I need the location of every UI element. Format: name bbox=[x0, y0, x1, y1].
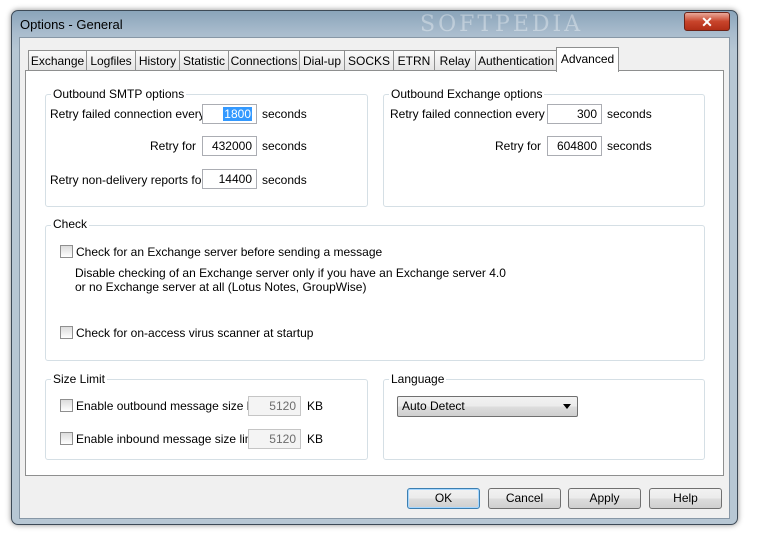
inbound-size-limit-label[interactable]: Enable inbound message size limit: bbox=[76, 432, 264, 446]
check-exchange-note-line1: Disable checking of an Exchange server o… bbox=[75, 266, 506, 280]
ok-button[interactable]: OK bbox=[407, 488, 480, 509]
outbound-size-limit-checkbox[interactable] bbox=[60, 399, 73, 412]
tab-logfiles[interactable]: Logfiles bbox=[86, 50, 136, 71]
inbound-size-limit-unit: KB bbox=[307, 432, 324, 446]
exchange-retry-for-input[interactable]: 604800 bbox=[547, 136, 602, 156]
smtp-retry-every-unit: seconds bbox=[262, 107, 307, 121]
tab-statistic[interactable]: Statistic bbox=[179, 50, 229, 71]
exchange-retry-every-input[interactable]: 300 bbox=[547, 104, 602, 124]
check-exchange-checkbox[interactable] bbox=[60, 245, 73, 258]
smtp-retry-every-input[interactable]: 1800 bbox=[202, 104, 257, 124]
outbound-size-limit-unit: KB bbox=[307, 399, 324, 413]
tab-connections[interactable]: Connections bbox=[228, 50, 300, 71]
exchange-retry-for-unit: seconds bbox=[607, 139, 652, 153]
tab-dial-up[interactable]: Dial-up bbox=[299, 50, 345, 71]
language-group bbox=[383, 379, 705, 460]
watermark: SOFTPEDIA bbox=[420, 12, 584, 37]
check-virus-checkbox[interactable] bbox=[60, 326, 73, 339]
language-title: Language bbox=[389, 372, 447, 386]
check-virus-label[interactable]: Check for on-access virus scanner at sta… bbox=[76, 326, 313, 340]
size-limit-title: Size Limit bbox=[51, 372, 108, 386]
tab-etrn[interactable]: ETRN bbox=[393, 50, 435, 71]
outbound-size-limit-label[interactable]: Enable outbound message size limit: bbox=[76, 399, 271, 413]
exchange-options-title: Outbound Exchange options bbox=[389, 87, 545, 101]
size-limit-group bbox=[45, 379, 368, 460]
close-icon: ✕ bbox=[701, 14, 713, 30]
check-title: Check bbox=[51, 217, 90, 231]
check-exchange-note-line2: or no Exchange server at all (Lotus Note… bbox=[75, 280, 367, 294]
tab-authentication[interactable]: Authentication bbox=[475, 50, 557, 71]
close-button[interactable]: ✕ bbox=[684, 12, 730, 31]
smtp-retry-every-label: Retry failed connection every bbox=[50, 107, 205, 121]
language-dropdown[interactable]: Auto Detect bbox=[397, 396, 578, 417]
language-selected-value: Auto Detect bbox=[402, 399, 465, 413]
tab-exchange[interactable]: Exchange bbox=[28, 50, 87, 71]
tab-relay[interactable]: Relay bbox=[434, 50, 476, 71]
exchange-retry-every-label: Retry failed connection every bbox=[390, 107, 545, 121]
help-button[interactable]: Help bbox=[649, 488, 722, 509]
outbound-size-limit-input[interactable]: 5120 bbox=[248, 396, 301, 416]
check-exchange-label[interactable]: Check for an Exchange server before send… bbox=[76, 245, 382, 259]
window-title: Options - General bbox=[20, 17, 123, 32]
exchange-retry-every-unit: seconds bbox=[607, 107, 652, 121]
inbound-size-limit-checkbox[interactable] bbox=[60, 432, 73, 445]
smtp-retry-for-label: Retry for bbox=[149, 139, 196, 153]
smtp-options-title: Outbound SMTP options bbox=[51, 87, 187, 101]
tab-history[interactable]: History bbox=[135, 50, 180, 71]
inbound-size-limit-input[interactable]: 5120 bbox=[248, 429, 301, 449]
apply-button[interactable]: Apply bbox=[568, 488, 641, 509]
chevron-down-icon bbox=[563, 404, 571, 409]
smtp-retry-for-unit: seconds bbox=[262, 139, 307, 153]
smtp-retry-every-value: 1800 bbox=[223, 107, 252, 121]
exchange-retry-for-label: Retry for bbox=[494, 139, 541, 153]
smtp-nondelivery-unit: seconds bbox=[262, 173, 307, 187]
tab-advanced[interactable]: Advanced bbox=[556, 47, 619, 72]
smtp-retry-for-input[interactable]: 432000 bbox=[202, 136, 257, 156]
smtp-nondelivery-label: Retry non-delivery reports for bbox=[50, 173, 206, 187]
cancel-button[interactable]: Cancel bbox=[488, 488, 561, 509]
tab-socks[interactable]: SOCKS bbox=[344, 50, 394, 71]
smtp-nondelivery-input[interactable]: 14400 bbox=[202, 169, 257, 189]
